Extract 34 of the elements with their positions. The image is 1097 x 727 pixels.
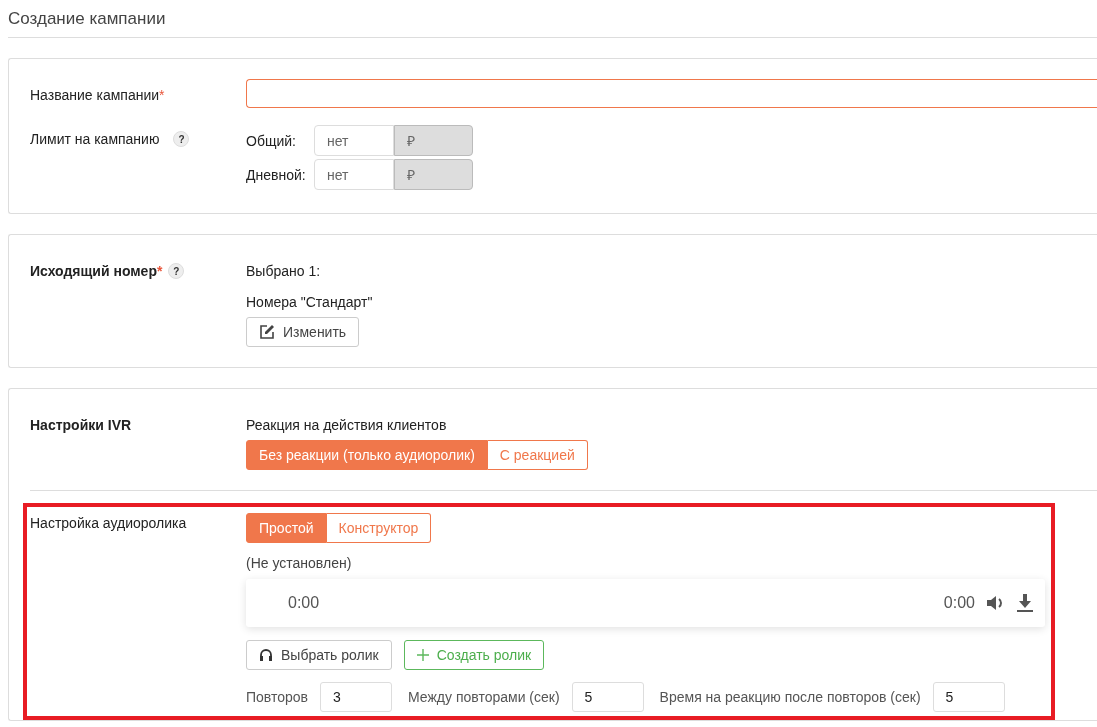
limit-field[interactable]: нет <box>314 125 394 156</box>
campaign-name-field[interactable] <box>246 79 1097 108</box>
edit-button[interactable]: Изменить <box>246 317 360 347</box>
number-field[interactable]: 5 <box>571 682 644 712</box>
field-label: Настройка аудиоролика <box>30 515 187 531</box>
selected-count: Выбрано 1: <box>246 262 322 281</box>
field-label: Повторов <box>246 689 309 705</box>
help-icon[interactable]: ? <box>173 131 190 147</box>
currency-addon: ₽ <box>394 125 473 156</box>
help-icon[interactable]: ? <box>168 263 185 279</box>
field-label: Между повторами (сек) <box>408 689 560 705</box>
headphones-icon <box>259 648 273 662</box>
currency-addon: ₽ <box>394 159 473 190</box>
page-title: Создание кампании <box>8 0 1097 38</box>
field-label: Настройки IVR <box>30 417 132 433</box>
audio-status: (Не установлен) <box>246 555 353 571</box>
field-label: Название кампании* <box>30 87 165 103</box>
field-label: Дневной: <box>246 166 307 183</box>
selected-numbers: Номера "Стандарт" <box>246 293 374 312</box>
download-icon[interactable] <box>1017 594 1033 612</box>
limit-field[interactable]: нет <box>314 159 394 190</box>
plus-icon <box>416 649 429 661</box>
current-time: 0:00 <box>288 594 320 612</box>
number-field[interactable]: 3 <box>320 682 393 712</box>
edit-icon <box>259 324 275 340</box>
field-label: Общий: <box>246 132 297 149</box>
field-label: Время на реакцию после повторов (сек) <box>659 689 921 705</box>
number-field[interactable]: 5 <box>932 682 1005 712</box>
duration: 0:00 <box>943 594 975 612</box>
field-label: Реакция на действия клиентов <box>246 417 448 433</box>
field-label: Исходящий номер* <box>30 263 163 279</box>
choose-clip-button[interactable]: Выбрать ролик <box>246 640 392 670</box>
field-label: Лимит на кампанию <box>30 131 160 147</box>
volume-icon[interactable] <box>987 595 1005 611</box>
